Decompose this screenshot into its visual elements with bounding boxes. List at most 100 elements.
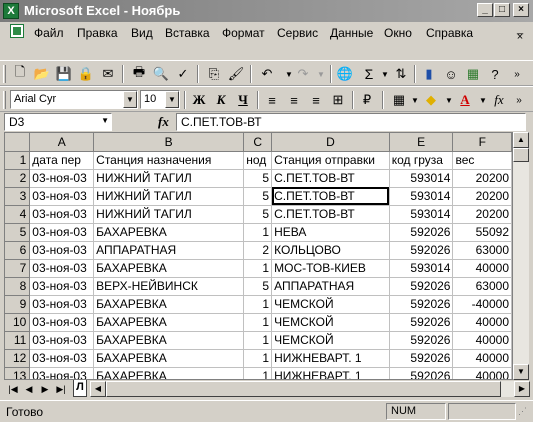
email-icon[interactable]: ✉ — [99, 65, 117, 83]
cell-cargo-code[interactable]: 592026 — [389, 349, 454, 368]
last-sheet-icon[interactable]: ▶| — [54, 382, 68, 396]
new-icon[interactable]: 🗋 — [11, 64, 29, 83]
maximize-button[interactable]: □ — [494, 3, 510, 17]
row-header[interactable]: 6 — [5, 241, 31, 260]
cell-origin[interactable]: НЕВА — [271, 223, 390, 242]
select-all-corner[interactable] — [5, 133, 31, 152]
italic-button[interactable]: К — [212, 91, 230, 109]
row-header[interactable]: 7 — [5, 259, 31, 278]
cell-nod[interactable]: 2 — [243, 241, 273, 260]
font-size-select[interactable]: 10 ▼ — [140, 90, 180, 109]
font-name-select[interactable]: Arial Cyr ▼ — [10, 90, 138, 109]
print-icon[interactable]: 🖶 — [130, 64, 148, 83]
cell-cargo-code[interactable]: 593014 — [389, 169, 454, 188]
name-box-dropdown-icon[interactable]: ▼ — [101, 116, 109, 125]
cell-origin[interactable]: С.ПЕТ.ТОВ-ВТ — [271, 187, 390, 206]
cell-nod[interactable]: 5 — [243, 169, 273, 188]
cell-origin[interactable]: МОС-ТОВ-КИЕВ — [271, 259, 390, 278]
row-header[interactable]: 13 — [5, 367, 31, 379]
horizontal-scrollbar[interactable]: ◀ ▶ — [90, 381, 530, 397]
currency-icon[interactable]: ₽ — [358, 91, 376, 109]
row-header[interactable]: 9 — [5, 295, 31, 314]
cell-nod[interactable]: 1 — [243, 349, 273, 368]
next-sheet-icon[interactable]: ▶ — [38, 382, 52, 396]
first-sheet-icon[interactable]: |◀ — [6, 382, 20, 396]
cell-origin[interactable]: АППАРАТНАЯ — [271, 277, 390, 296]
cell-weight[interactable]: 20200 — [452, 205, 512, 224]
cell-cargo-code[interactable]: 592026 — [389, 367, 454, 379]
cell-cargo-code[interactable]: 592026 — [389, 241, 454, 260]
cell-date[interactable]: 03-ноя-03 — [29, 205, 95, 224]
font-size-dropdown-icon[interactable]: ▼ — [165, 91, 179, 108]
cell-destination[interactable]: Станция назначения — [93, 151, 245, 170]
close-button[interactable]: × — [513, 3, 529, 17]
cell-cargo-code[interactable]: 592026 — [389, 277, 454, 296]
function-icon[interactable]: fx — [490, 91, 508, 109]
cell-date[interactable]: 03-ноя-03 — [29, 169, 95, 188]
cell-destination[interactable]: БАХАРЕВКА — [93, 349, 245, 368]
cell-cargo-code[interactable]: код груза — [389, 151, 454, 170]
cell-nod[interactable]: 1 — [243, 259, 273, 278]
cell-weight[interactable]: 55092 — [452, 223, 512, 242]
cell-weight[interactable]: -40000 — [452, 295, 512, 314]
cell-nod[interactable]: 1 — [243, 367, 273, 379]
cell-origin[interactable]: С.ПЕТ.ТОВ-ВТ — [271, 205, 390, 224]
column-header[interactable]: D — [271, 133, 390, 152]
cell-destination[interactable]: БАХАРЕВКА — [93, 223, 245, 242]
bold-button[interactable]: Ж — [190, 91, 208, 109]
cell-weight[interactable]: 40000 — [452, 349, 512, 368]
menu-data[interactable]: Данные — [330, 26, 373, 40]
cell-date[interactable]: 03-ноя-03 — [29, 187, 95, 206]
cell-cargo-code[interactable]: 592026 — [389, 331, 454, 350]
cell-date[interactable]: 03-ноя-03 — [29, 349, 95, 368]
prev-sheet-icon[interactable]: ◀ — [22, 382, 36, 396]
row-header[interactable]: 5 — [5, 223, 31, 242]
spelling-icon[interactable]: ✓ — [174, 65, 192, 83]
minimize-button[interactable]: _ — [477, 3, 493, 17]
cell-nod[interactable]: 5 — [243, 277, 273, 296]
smiley-icon[interactable]: ☺ — [442, 65, 460, 83]
cell-date[interactable]: дата пер — [29, 151, 95, 170]
align-center-icon[interactable]: ≡ — [285, 91, 303, 109]
copy-icon[interactable]: ⎘ — [205, 65, 223, 83]
cell-date[interactable]: 03-ноя-03 — [29, 277, 95, 296]
cell-date[interactable]: 03-ноя-03 — [29, 295, 95, 314]
row-header[interactable]: 10 — [5, 313, 31, 332]
column-header[interactable]: F — [452, 133, 512, 152]
cell-origin[interactable]: ЧЕМСКОЙ — [271, 295, 390, 314]
cell-cargo-code[interactable]: 593014 — [389, 205, 454, 224]
open-icon[interactable]: 📂 — [33, 65, 51, 83]
cell-nod[interactable]: 5 — [243, 205, 273, 224]
formula-input[interactable]: С.ПЕТ.ТОВ-ВТ — [176, 113, 526, 131]
horizontal-scroll-thumb[interactable] — [106, 381, 501, 397]
cell-weight[interactable]: 40000 — [452, 313, 512, 332]
font-name-dropdown-icon[interactable]: ▼ — [123, 91, 137, 108]
workbook-icon[interactable] — [10, 24, 24, 38]
cell-nod[interactable]: 1 — [243, 313, 273, 332]
row-header[interactable]: 8 — [5, 277, 31, 296]
merge-center-icon[interactable]: ⊞ — [329, 91, 347, 109]
cell-date[interactable]: 03-ноя-03 — [29, 313, 95, 332]
cell-weight[interactable]: 20200 — [452, 169, 512, 188]
cell-nod[interactable]: нод — [243, 151, 273, 170]
row-header[interactable]: 1 — [5, 151, 31, 170]
row-header[interactable]: 4 — [5, 205, 31, 224]
cell-weight[interactable]: 40000 — [452, 259, 512, 278]
cell-date[interactable]: 03-ноя-03 — [29, 259, 95, 278]
cell-destination[interactable]: БАХАРЕВКА — [93, 367, 245, 379]
cell-nod[interactable]: 5 — [243, 187, 273, 206]
menu-file[interactable]: Файл — [34, 26, 64, 40]
cell-cargo-code[interactable]: 593014 — [389, 259, 454, 278]
format-painter-icon[interactable]: 🖌 — [227, 65, 245, 83]
cell-cargo-code[interactable]: 592026 — [389, 313, 454, 332]
chart-wizard-icon[interactable]: ▮ — [420, 65, 438, 83]
cell-destination[interactable]: АППАРАТНАЯ — [93, 241, 245, 260]
cell-origin[interactable]: ЧЕМСКОЙ — [271, 331, 390, 350]
print-preview-icon[interactable]: 🔍 — [152, 65, 170, 83]
vertical-scroll-thumb[interactable] — [513, 148, 529, 162]
font-color-icon[interactable]: A — [456, 91, 474, 109]
row-header[interactable]: 12 — [5, 349, 31, 368]
column-header[interactable]: A — [29, 133, 95, 152]
cell-weight[interactable]: вес — [452, 151, 512, 170]
cell-date[interactable]: 03-ноя-03 — [29, 223, 95, 242]
